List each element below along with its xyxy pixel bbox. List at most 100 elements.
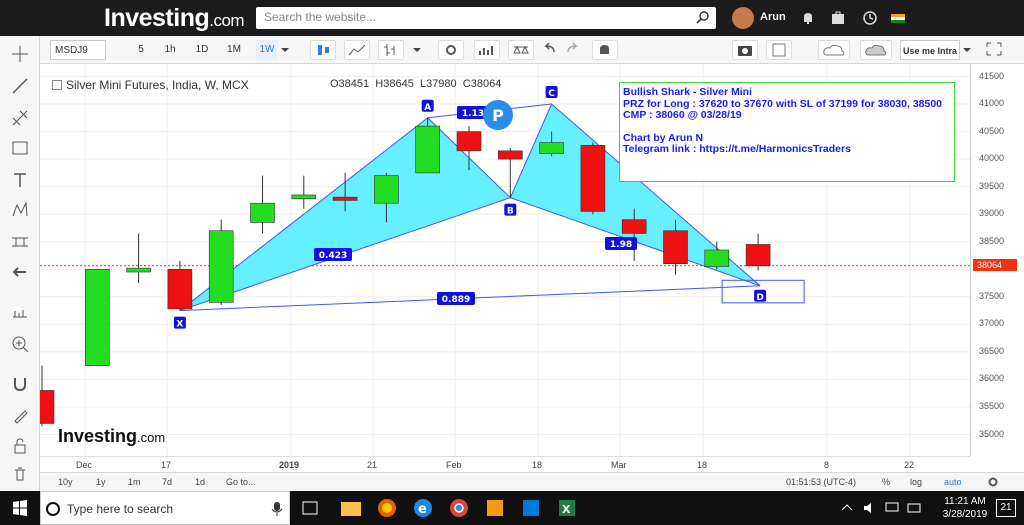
fib-tool-icon[interactable] (10, 108, 30, 128)
zoom-in-icon[interactable] (10, 334, 30, 354)
symbol-input[interactable]: MSDJ9 (50, 40, 106, 60)
bell-icon[interactable] (800, 10, 816, 26)
range-1d[interactable]: 1d (195, 477, 205, 487)
time-tick-label: 2019 (279, 460, 300, 470)
cloud-save-icon[interactable] (818, 40, 850, 60)
interval-1d[interactable]: 1D (192, 40, 212, 60)
firefox-icon[interactable] (376, 497, 398, 519)
candle-body (745, 244, 771, 267)
candle-type-icon[interactable] (310, 40, 336, 60)
interval-1m[interactable]: 1M (224, 40, 244, 60)
microphone-icon[interactable] (271, 501, 283, 517)
auto-toggle[interactable]: auto (944, 477, 962, 487)
time-axis[interactable]: Dec 17 2019 21 Feb 18 Mar 18 8 22 (40, 456, 970, 472)
media-player-icon[interactable] (484, 497, 506, 519)
crosshair-icon[interactable] (10, 44, 30, 64)
chevron-down-icon[interactable] (412, 40, 426, 60)
investing-logo[interactable]: Investing.com (104, 4, 245, 33)
compare-icon[interactable] (508, 40, 534, 60)
indicators-icon[interactable] (474, 40, 500, 60)
clock-icon[interactable] (862, 10, 878, 26)
show-hidden-icon[interactable] (840, 501, 854, 515)
notifications-badge[interactable]: 21 (996, 499, 1016, 517)
cloud-upload-icon[interactable] (860, 40, 892, 60)
range-1m[interactable]: 1m (128, 477, 141, 487)
trend-line-icon[interactable] (10, 76, 30, 96)
pattern-tool-icon[interactable] (10, 200, 30, 220)
gear-icon[interactable] (438, 40, 464, 60)
interval-1h[interactable]: 1h (160, 40, 180, 60)
price-tick-label: 38500 (979, 235, 1005, 246)
text-tool-icon[interactable] (10, 170, 30, 190)
range-10y[interactable]: 10y (58, 477, 73, 487)
lock-drawing-icon[interactable] (10, 406, 30, 426)
search-input[interactable]: Search the website... (256, 7, 716, 29)
time-tick-label: 22 (904, 460, 915, 470)
undo-icon[interactable] (540, 40, 560, 60)
portfolio-icon[interactable] (830, 10, 846, 26)
range-7d[interactable]: 7d (162, 477, 172, 487)
ohlc-readout: O38451 H38645 L37980 C38064 (330, 78, 501, 90)
user-name[interactable]: Arun (760, 11, 786, 23)
edge-icon[interactable]: e (412, 497, 434, 519)
price-axis[interactable]: 4150041000405004000039500390003850038000… (970, 64, 1024, 456)
area-chart-icon[interactable] (344, 40, 370, 60)
network-icon[interactable] (884, 500, 900, 516)
interval-5[interactable]: 5 (134, 40, 148, 60)
annotation-line: CMP : 38060 @ 03/28/19 (623, 109, 742, 121)
price-tick-label: 39500 (979, 180, 1005, 191)
excel-icon[interactable]: X (556, 497, 578, 519)
windows-start-icon[interactable] (12, 500, 28, 516)
gear-icon[interactable] (986, 475, 1000, 489)
chrome-icon[interactable] (448, 497, 470, 519)
ratio-xab-label: 0.423 (319, 251, 347, 261)
rectangle-tool-icon[interactable] (10, 138, 30, 158)
measure-tool-icon[interactable] (10, 232, 30, 252)
avatar[interactable] (732, 7, 754, 29)
task-view-icon[interactable] (300, 497, 322, 519)
redo-icon[interactable] (562, 40, 582, 60)
ime-icon[interactable] (906, 500, 922, 516)
fullscreen-icon[interactable] (982, 40, 1008, 60)
site-header: Investing.com Search the website... Arun (0, 0, 1024, 36)
alert-add-icon[interactable] (592, 40, 618, 60)
file-explorer-icon[interactable] (340, 498, 362, 518)
bar-type-icon[interactable] (378, 40, 404, 60)
p-marker-label: P (492, 106, 504, 125)
range-1y[interactable]: 1y (96, 477, 106, 487)
annotation-textbox[interactable]: Bullish Shark - Silver Mini PRZ for Long… (619, 82, 955, 182)
candle-body (126, 267, 151, 273)
volume-icon[interactable] (862, 500, 878, 516)
trash-icon[interactable] (10, 464, 30, 484)
candle-body (704, 249, 730, 267)
arrow-left-icon[interactable] (10, 262, 30, 282)
price-tick-label: 39000 (979, 208, 1005, 219)
ruler-icon[interactable] (10, 302, 30, 322)
paint-icon[interactable] (520, 497, 542, 519)
candle-body (539, 142, 564, 154)
percent-toggle[interactable]: % (882, 477, 890, 487)
lock-icon[interactable] (10, 436, 30, 456)
camera-icon[interactable] (732, 40, 758, 60)
ratio-bcd-label: 1.98 (610, 240, 632, 250)
color-picker-icon[interactable] (766, 40, 792, 60)
use-me-intra-button[interactable]: Use me Intra (900, 40, 960, 60)
search-icon[interactable] (696, 10, 710, 24)
clock-readout: 01:51:53 (UTC-4) (786, 477, 857, 487)
taskbar-clock[interactable]: 11:21 AM 3/28/2019 (940, 495, 990, 521)
taskbar-search-input[interactable]: Type here to search (40, 491, 290, 525)
chevron-down-icon[interactable] (962, 40, 976, 60)
india-flag-icon[interactable] (890, 10, 906, 26)
collapse-icon[interactable] (52, 80, 62, 90)
chevron-down-icon[interactable] (280, 40, 294, 60)
point-a-label: A (424, 103, 431, 113)
goto-button[interactable]: Go to... (226, 477, 256, 487)
candle-body (497, 150, 523, 160)
candle-body (291, 194, 317, 200)
time-tick-label: Dec (76, 460, 93, 470)
interval-1w[interactable]: 1W (256, 40, 278, 60)
point-b-label: B (507, 207, 514, 217)
price-tick-label: 37500 (979, 290, 1005, 301)
log-toggle[interactable]: log (910, 477, 922, 487)
magnet-icon[interactable] (10, 374, 30, 394)
